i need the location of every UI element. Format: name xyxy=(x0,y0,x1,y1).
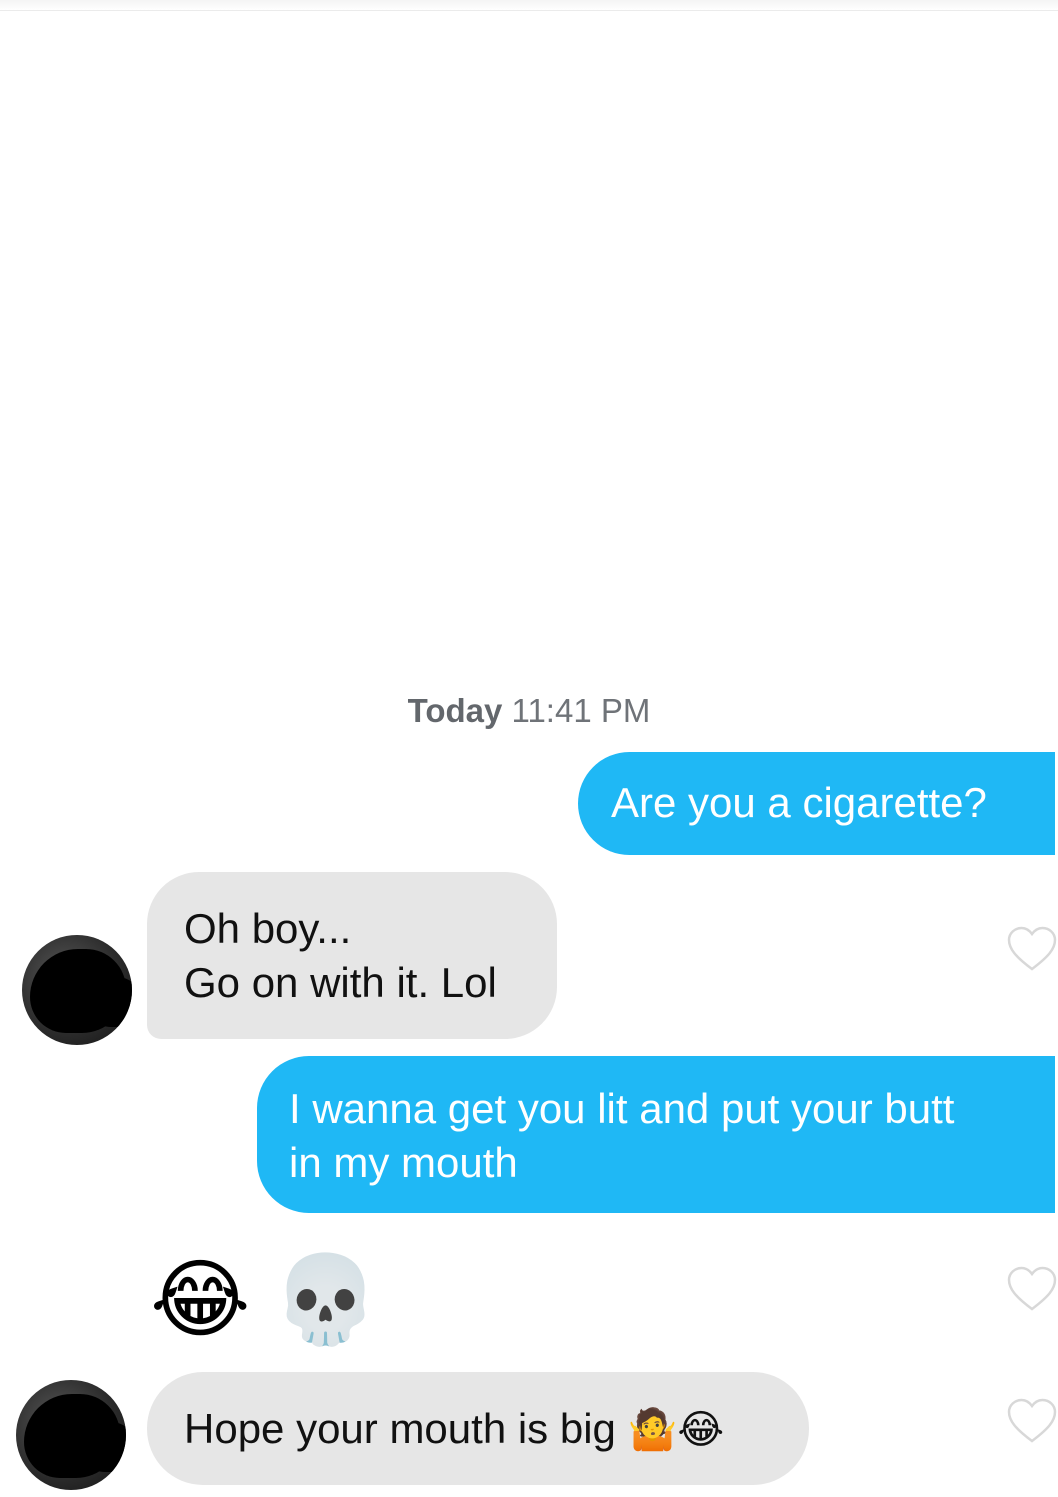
message-text: Are you a cigarette? xyxy=(611,779,987,826)
message-body: Hope your mouth is big xyxy=(184,1405,616,1452)
avatar[interactable] xyxy=(16,1380,126,1490)
date-day: Today xyxy=(407,692,503,729)
received-message-bubble[interactable]: Oh boy... Go on with it. Lol xyxy=(147,872,557,1039)
message-text: Hope your mouth is big 🤷😂 xyxy=(184,1402,809,1457)
date-time: 11:41 PM xyxy=(511,692,651,729)
like-heart-icon[interactable] xyxy=(1006,926,1058,972)
avatar[interactable] xyxy=(22,935,132,1045)
like-heart-icon[interactable] xyxy=(1006,1398,1058,1444)
sent-message-bubble[interactable]: Are you a cigarette? xyxy=(578,752,1055,855)
shrug-emoji: 🤷 xyxy=(627,1407,678,1453)
top-divider xyxy=(0,0,1058,11)
tears-of-joy-emoji[interactable]: 😂 xyxy=(150,1246,251,1354)
received-message-bubble[interactable]: Hope your mouth is big 🤷😂 xyxy=(147,1372,809,1485)
message-text: I wanna get you lit and put your butt xyxy=(289,1085,955,1132)
like-heart-icon[interactable] xyxy=(1006,1266,1058,1312)
date-separator: Today 11:41 PM xyxy=(0,692,1058,730)
sent-message-bubble[interactable]: I wanna get you lit and put your butt in… xyxy=(257,1056,1055,1213)
skull-emoji[interactable]: 💀 xyxy=(272,1246,379,1354)
message-text: in my mouth xyxy=(289,1139,518,1186)
tears-of-joy-emoji: 😂 xyxy=(677,1407,725,1453)
message-text: Oh boy... xyxy=(184,905,352,952)
message-text: Go on with it. Lol xyxy=(184,959,497,1006)
